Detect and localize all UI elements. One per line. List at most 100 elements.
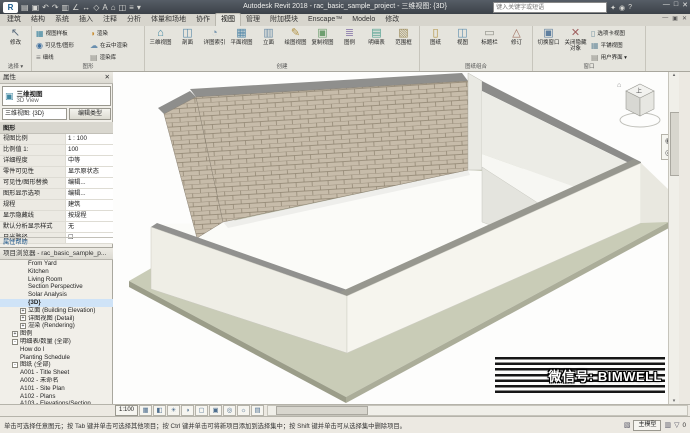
ribbon-button-view-templates[interactable]: ▦视图样板 — [34, 27, 88, 39]
ribbon-button-plan-views[interactable]: ▦平面视图 — [228, 27, 255, 63]
tree-expander-icon[interactable]: + — [20, 323, 26, 329]
doc-close-icon[interactable]: ✕ — [682, 15, 687, 22]
revit-logo[interactable]: R — [3, 2, 18, 13]
close-icon[interactable]: ✕ — [105, 72, 110, 83]
text-icon[interactable]: A — [102, 3, 107, 12]
tag-icon[interactable]: ◇ — [93, 3, 99, 12]
crop-view-icon[interactable]: ▢ — [195, 405, 208, 416]
design-options-icon[interactable]: ▥ — [664, 421, 671, 429]
east-wall-end[interactable] — [641, 163, 668, 223]
ribbon-button-revisions[interactable]: △修订 — [503, 27, 530, 63]
ribbon-button-render[interactable]: ◑渲染 — [88, 27, 142, 39]
ribbon-button-user-interface[interactable]: ▤用户界面 ▾ — [589, 51, 643, 63]
customize-qat-icon[interactable]: ▾ — [137, 3, 141, 12]
ribbon-button-duplicate-view[interactable]: ▣复制视图 — [309, 27, 336, 63]
tab-enscape[interactable]: Enscape™ — [303, 14, 347, 26]
ribbon-button-schedules[interactable]: ▤明细表 — [363, 27, 390, 63]
save-icon[interactable]: ▣ — [32, 3, 40, 12]
exchange-apps-icon[interactable]: ✦ — [610, 4, 616, 12]
tab-annotate[interactable]: 注释 — [98, 14, 122, 26]
measure-icon[interactable]: ∠ — [72, 3, 79, 12]
browser-item[interactable]: Kitchen — [0, 268, 113, 276]
ribbon-button-drafting-view[interactable]: ✎绘图视图 — [282, 27, 309, 63]
edit-type-button[interactable]: 编辑类型 — [69, 108, 111, 120]
browser-item[interactable]: A101 - Site Plan — [0, 385, 113, 393]
ribbon-button-visibility-graphics[interactable]: ◉可见性/图形 — [34, 39, 88, 51]
view-dropdown[interactable]: 三维视图: {3D} — [2, 108, 67, 120]
reveal-hidden-elements-icon[interactable]: ☼ — [237, 405, 250, 416]
type-selector[interactable]: ▣ 三维视图 3D View — [2, 86, 111, 106]
browser-item[interactable]: +渲染 (Rendering) — [0, 322, 113, 330]
ribbon-button-sheet[interactable]: ▯图纸 — [422, 27, 449, 63]
drawing-area[interactable]: ⌂ 上 ◉◎ ▴▾ 微信号: BIMWELL — [113, 72, 679, 404]
ribbon-button-elevation[interactable]: ▥立面 — [255, 27, 282, 63]
tree-expander-icon[interactable]: + — [20, 315, 26, 321]
tab-collaborate[interactable]: 协作 — [191, 14, 215, 26]
thin-lines-icon[interactable]: ≡ — [129, 3, 134, 12]
section-icon[interactable]: ◫ — [119, 3, 127, 12]
redo-icon[interactable]: ↷ — [52, 3, 59, 12]
browser-item[interactable]: -明细表/数量 (全部) — [0, 338, 113, 346]
default-3d-view-icon[interactable]: ⌂ — [111, 3, 116, 12]
shadows-icon[interactable]: ◑ — [181, 405, 194, 416]
scale-button[interactable]: 1:100 — [115, 405, 138, 416]
ribbon-button-render-in-cloud[interactable]: ☁在云中渲染 — [88, 39, 142, 51]
ribbon-button-close-inactive[interactable]: ✕关闭隐藏对象 — [562, 27, 589, 63]
ribbon-button-title-block[interactable]: ▭标题栏 — [476, 27, 503, 63]
undo-icon[interactable]: ↶ — [42, 3, 49, 12]
visual-style-icon[interactable]: ◧ — [153, 405, 166, 416]
ribbon-button-tab-views[interactable]: ▯选项卡视图 — [589, 27, 643, 39]
print-icon[interactable]: ▥ — [62, 3, 70, 12]
detail-level-icon[interactable]: ▦ — [139, 405, 152, 416]
browser-item[interactable]: +详图视图 (Detail) — [0, 315, 113, 323]
properties-help-link[interactable]: 属性帮助 — [0, 237, 113, 247]
tab-view[interactable]: 视图 — [215, 13, 241, 26]
browser-item[interactable]: +立面 (Building Elevation) — [0, 307, 113, 315]
browser-item[interactable]: {3D} — [0, 299, 113, 307]
browser-item[interactable]: -图纸 (全部) — [0, 361, 113, 369]
ribbon-button-render-gallery[interactable]: ▤渲染库 — [88, 51, 142, 63]
tab-insert[interactable]: 插入 — [74, 14, 98, 26]
browser-item[interactable]: How do I — [0, 346, 113, 354]
ribbon-button-modify[interactable]: ↖修改 — [2, 27, 29, 63]
sign-in-icon[interactable]: ◉ — [619, 4, 625, 12]
ribbon-button-callout[interactable]: ◔详图索引 — [201, 27, 228, 63]
browser-item[interactable]: +图例 — [0, 330, 113, 338]
show-crop-region-icon[interactable]: ▣ — [209, 405, 222, 416]
vertical-scrollbar[interactable]: ▴▾ — [668, 72, 679, 404]
tab-architecture[interactable]: 建筑 — [2, 14, 26, 26]
temporary-hide-isolate-icon[interactable]: ◎ — [223, 405, 236, 416]
workset-dropdown[interactable]: 主模型 — [633, 420, 661, 431]
ribbon-button-legends[interactable]: ≣图例 — [336, 27, 363, 63]
horizontal-scrollbar[interactable] — [267, 405, 688, 416]
back-wall-end[interactable] — [468, 73, 482, 170]
ribbon-button-view[interactable]: ◫视图 — [449, 27, 476, 63]
vertical-scroll-thumb[interactable] — [670, 112, 679, 176]
tree-expander-icon[interactable]: - — [12, 362, 18, 368]
minimize-button[interactable]: — — [663, 1, 670, 9]
browser-item[interactable]: Section Perspective — [0, 283, 113, 291]
ribbon-button-scope-box[interactable]: ▧范围框 — [390, 27, 417, 63]
browser-item[interactable]: A002 - 未命名 — [0, 377, 113, 385]
tab-modelo[interactable]: Modelo — [347, 14, 380, 26]
browser-item[interactable]: Planting Schedule — [0, 354, 113, 362]
worksets-icon[interactable]: ▧ — [624, 421, 631, 429]
browser-item[interactable]: Solar Analysis — [0, 291, 113, 299]
tree-expander-icon[interactable]: + — [12, 331, 18, 337]
tab-addins[interactable]: 附加模块 — [265, 14, 303, 26]
doc-minimize-icon[interactable]: — — [662, 15, 668, 22]
ribbon-button-tile-views[interactable]: ▦平铺视图 — [589, 39, 643, 51]
ribbon-button-thin-lines[interactable]: ≡细线 — [34, 51, 88, 63]
temporary-view-properties-icon[interactable]: ▤ — [251, 405, 264, 416]
browser-item[interactable]: From Yard — [0, 260, 113, 268]
tree-expander-icon[interactable]: - — [12, 339, 18, 345]
ribbon-button-section[interactable]: ◫剖面 — [174, 27, 201, 63]
doc-restore-icon[interactable]: ▣ — [672, 15, 678, 22]
ribbon-button-switch-windows[interactable]: ▣切换窗口 — [535, 27, 562, 63]
open-icon[interactable]: ▤ — [21, 3, 29, 12]
browser-item[interactable]: A001 - Title Sheet — [0, 369, 113, 377]
filter-icon[interactable]: ▽ — [674, 421, 679, 429]
sun-path-icon[interactable]: ☀ — [167, 405, 180, 416]
browser-item[interactable]: Living Room — [0, 276, 113, 284]
restore-button[interactable]: □ — [674, 1, 678, 9]
